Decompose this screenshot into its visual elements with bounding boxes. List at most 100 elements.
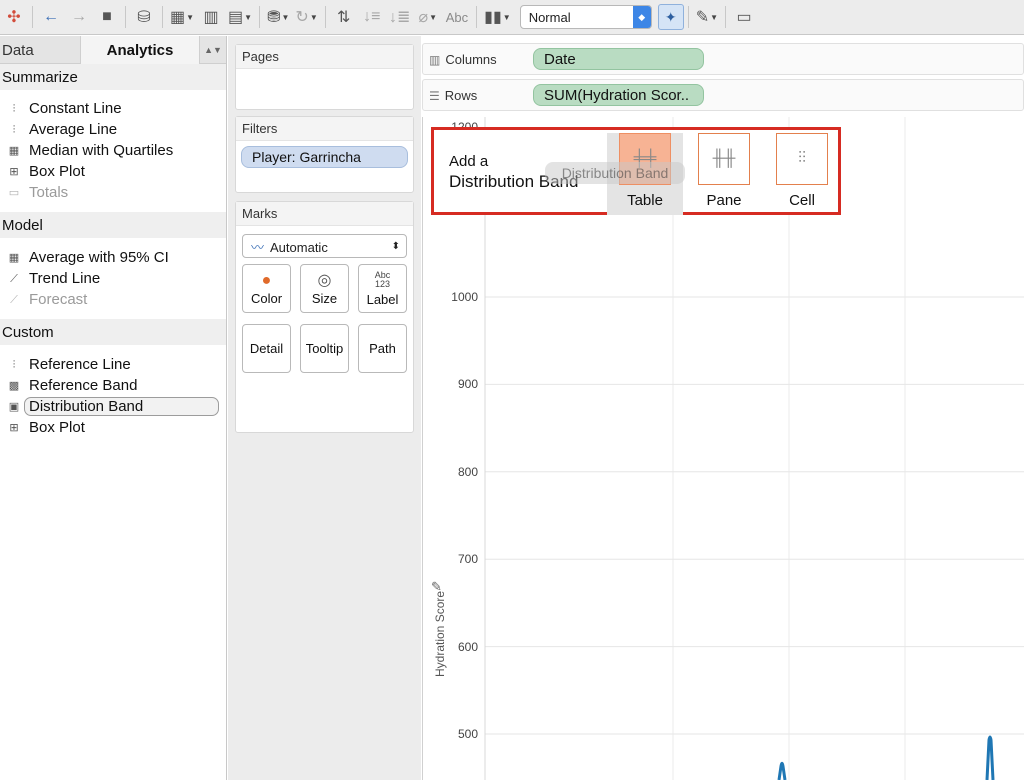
duplicate-sheet-icon[interactable]: ▥ xyxy=(200,4,222,30)
drop-zone-pane[interactable]: ╫╫ Pane xyxy=(686,133,762,215)
rows-label-text: Rows xyxy=(444,87,478,103)
path-button-label: Path xyxy=(369,341,396,356)
analytics-item-trend-line[interactable]: ⟋ Trend Line xyxy=(0,268,226,289)
toolbar: ✣ ← → ■ ⛁ ▦ ▼ ▥ ▤ ▼ ⛃ ▼ ↻ ▼ ⇅ ↓≡ ↓≣ ⌀ ▼ Abc ▮… xyxy=(0,0,1024,35)
mark-type-value: Automatic xyxy=(270,239,328,255)
chevron-updown-icon: ◆ xyxy=(632,6,651,28)
sort-ascending-icon[interactable]: ↓≡ xyxy=(361,4,383,30)
size-button[interactable]: ◎ Size xyxy=(300,264,349,313)
analytics-pane: Data Analytics ▲▼ Summarize ⫶ Constant Li… xyxy=(0,36,227,780)
clear-sheet-icon[interactable]: ▤ ▼ xyxy=(228,4,252,30)
filter-pill[interactable]: Player: Garrincha xyxy=(241,146,408,168)
chevron-updown-icon: ⬍ xyxy=(391,240,400,252)
drop-zone-label: Cell xyxy=(789,192,815,209)
reference-line-icon: ⫶ xyxy=(12,122,16,136)
toolbar-separator xyxy=(32,6,33,28)
columns-shelf[interactable]: ▥ Columns Date xyxy=(422,43,1024,75)
line-series-peak[interactable] xyxy=(985,735,995,780)
size-icon: ◎ xyxy=(317,272,332,289)
toolbar-separator xyxy=(125,6,126,28)
analytics-item-label: Reference Line xyxy=(29,356,131,373)
analytics-item-label: Forecast xyxy=(29,291,88,308)
analytics-item-label: Trend Line xyxy=(29,270,101,287)
columns-pill[interactable]: Date xyxy=(533,48,704,70)
sort-descending-icon[interactable]: ↓≣ xyxy=(389,4,411,30)
label-button[interactable]: Abc 123 Label xyxy=(358,264,407,313)
fit-select[interactable]: Normal ◆ xyxy=(519,5,652,29)
analytics-item-label: Median with Quartiles xyxy=(29,142,174,159)
rows-pill[interactable]: SUM(Hydration Scor.. xyxy=(533,84,704,106)
columns-icon: ▥ xyxy=(429,52,441,67)
tab-data[interactable]: Data xyxy=(0,36,80,64)
show-labels-icon[interactable]: Abc xyxy=(446,10,468,25)
analytics-item-totals: ▭ Totals xyxy=(0,182,226,203)
analytics-item-median-quartiles[interactable]: ▦ Median with Quartiles xyxy=(0,140,226,161)
chart-area[interactable]: Hydration Score ✎ 1000900800700600500120… xyxy=(422,117,1024,780)
section-custom[interactable]: Custom xyxy=(0,319,226,345)
y-tick-label: 600 xyxy=(457,639,478,654)
analytics-item-average-ci[interactable]: ▦ Average with 95% CI xyxy=(0,247,226,268)
analytics-item-constant-line[interactable]: ⫶ Constant Line xyxy=(0,98,226,119)
pages-card: Pages xyxy=(235,44,414,110)
redo-icon[interactable]: → xyxy=(68,4,90,30)
analytics-item-reference-line[interactable]: ⫶ Reference Line xyxy=(0,354,226,375)
presentation-icon[interactable]: ▭ xyxy=(733,4,755,30)
new-worksheet-icon[interactable]: ▦ ▼ xyxy=(170,4,194,30)
box-plot-icon: ⊞ xyxy=(9,421,19,434)
label-button-label: Label xyxy=(366,291,399,307)
reference-band-icon: ▩ xyxy=(8,379,20,392)
line-series-peak[interactable] xyxy=(777,761,787,780)
analytics-item-average-line[interactable]: ⫶ Average Line xyxy=(0,119,226,140)
totals-icon: ▭ xyxy=(8,186,20,199)
analytics-item-distribution-band[interactable]: ▣ Distribution Band xyxy=(0,396,226,417)
color-button[interactable]: ● Color xyxy=(242,264,291,313)
tableau-logo-icon[interactable]: ✣ xyxy=(3,4,25,30)
columns-label-text: Columns xyxy=(445,51,497,67)
mark-type-select[interactable]: 〰 Automatic ⬍ xyxy=(242,234,407,258)
section-summarize[interactable]: Summarize xyxy=(0,64,226,90)
y-tick-label: 1000 xyxy=(451,290,478,304)
y-axis-title-text: Hydration Score xyxy=(433,590,447,677)
undo-icon[interactable]: ← xyxy=(40,4,62,30)
distribution-icon: ▦ xyxy=(8,144,20,157)
section-model[interactable]: Model xyxy=(0,212,226,238)
analytics-item-label: Reference Band xyxy=(29,377,138,394)
y-tick-label: 800 xyxy=(457,464,478,479)
pin-icon[interactable]: ✦ xyxy=(657,4,684,30)
pages-card-title: Pages xyxy=(236,45,413,69)
analytics-item-reference-band[interactable]: ▩ Reference Band xyxy=(0,375,226,396)
rows-shelf-label: ☰ Rows xyxy=(423,88,533,103)
refresh-icon[interactable]: ↻ ▼ xyxy=(295,4,317,30)
trend-line-icon: ⟋ xyxy=(10,271,18,285)
analytics-item-label: Box Plot xyxy=(29,163,85,180)
toolbar-separator xyxy=(259,6,261,28)
highlight-icon[interactable]: ✎ ▼ xyxy=(696,4,718,30)
path-button[interactable]: Path xyxy=(358,324,407,373)
axis-pin-icon[interactable]: ✎ xyxy=(431,579,442,595)
toolbar-separator xyxy=(687,6,689,28)
rows-shelf[interactable]: ☰ Rows SUM(Hydration Scor.. xyxy=(422,79,1024,111)
group-icon[interactable]: ⌀ ▼ xyxy=(417,4,439,30)
data-icon[interactable]: ⛃ ▼ xyxy=(267,4,289,30)
tab-analytics[interactable]: Analytics xyxy=(80,36,200,64)
size-button-label: Size xyxy=(311,291,338,306)
distribution-band-icon: ▣ xyxy=(8,400,20,413)
fit-select-value: Normal xyxy=(528,9,571,25)
analytics-item-label: Average with 95% CI xyxy=(29,249,169,266)
cards-column: Pages Filters Player: Garrincha Marks 〰 A… xyxy=(228,36,421,780)
new-datasource-icon[interactable]: ⛁ xyxy=(133,4,155,30)
toolbar-separator xyxy=(324,6,326,28)
distribution-icon: ▦ xyxy=(8,251,20,264)
drop-zone-cell[interactable]: ⫶⫶ Cell xyxy=(764,133,840,215)
analytics-item-box-plot[interactable]: ⊞ Box Plot xyxy=(0,161,226,182)
toolbar-separator xyxy=(476,6,478,28)
save-icon[interactable]: ■ xyxy=(96,4,118,30)
tooltip-button[interactable]: Tooltip xyxy=(300,324,349,373)
swap-icon[interactable]: ⇅ xyxy=(333,4,355,30)
show-me-icon[interactable]: ▮▮ ▼ xyxy=(484,4,511,30)
pane-menu-icon[interactable]: ▲▼ xyxy=(200,36,226,64)
pane-scope-icon: ╫╫ xyxy=(698,133,750,185)
analytics-item-box-plot-custom[interactable]: ⊞ Box Plot xyxy=(0,417,226,438)
detail-button[interactable]: Detail xyxy=(242,324,291,373)
chart-svg xyxy=(484,117,1024,780)
